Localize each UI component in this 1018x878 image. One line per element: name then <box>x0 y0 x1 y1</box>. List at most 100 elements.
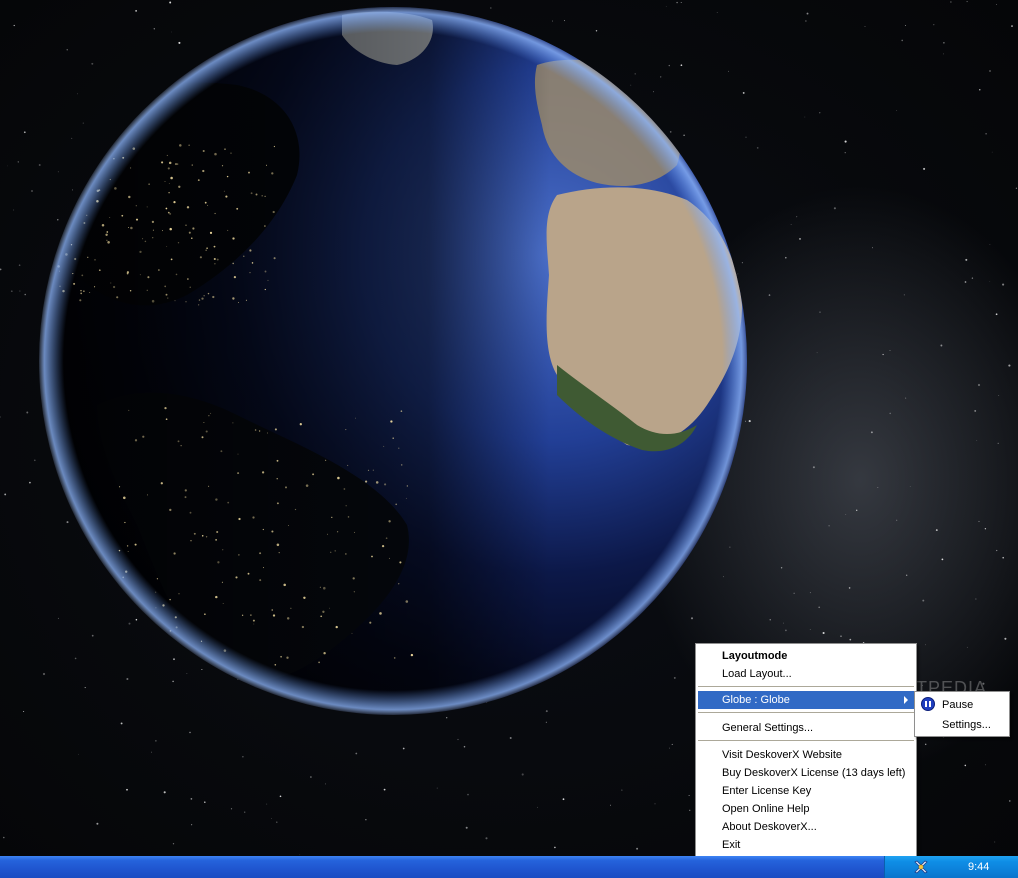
city-light <box>125 623 127 625</box>
star <box>204 801 206 803</box>
city-light <box>139 638 141 640</box>
star <box>78 753 79 755</box>
star <box>688 795 690 796</box>
star <box>935 529 938 532</box>
star <box>964 281 967 283</box>
star <box>636 847 639 850</box>
star <box>325 783 326 785</box>
star <box>310 776 312 778</box>
star <box>120 722 123 725</box>
menu-separator <box>698 740 914 741</box>
tray-context-menu: Layoutmode Load Layout... Globe : Globe … <box>695 643 917 857</box>
star <box>950 1 952 3</box>
star <box>668 747 670 749</box>
star <box>922 599 925 602</box>
star <box>971 277 974 279</box>
star <box>769 619 771 621</box>
star <box>989 70 991 72</box>
star <box>689 809 691 811</box>
star <box>840 635 842 637</box>
menu-item-globe[interactable]: Globe : Globe <box>698 691 914 709</box>
star <box>242 756 244 758</box>
star <box>436 787 438 789</box>
taskbar-clock[interactable]: 9:44 <box>968 856 989 878</box>
star <box>276 821 278 823</box>
star <box>964 764 967 767</box>
star <box>671 743 673 745</box>
star <box>828 525 830 527</box>
star <box>18 264 21 266</box>
star <box>230 808 233 810</box>
star <box>925 644 927 646</box>
star <box>998 395 1000 396</box>
city-light <box>57 213 60 216</box>
star <box>768 294 771 296</box>
star <box>1011 25 1013 28</box>
star <box>13 24 15 27</box>
deskoverx-tray-icon[interactable] <box>913 859 929 875</box>
star <box>848 587 851 589</box>
taskbar <box>0 856 1018 878</box>
star <box>654 803 656 805</box>
city-light <box>127 644 130 647</box>
submenu-item-pause[interactable]: Pause <box>917 696 1007 714</box>
star <box>4 493 7 496</box>
star <box>822 631 825 635</box>
star <box>19 290 21 292</box>
city-light <box>57 239 60 242</box>
star <box>169 1 172 4</box>
city-light <box>174 648 177 651</box>
star <box>1015 187 1018 189</box>
star <box>279 795 282 798</box>
city-light <box>126 595 128 597</box>
star <box>0 416 1 418</box>
star <box>545 721 547 723</box>
star <box>785 629 787 632</box>
menu-item-layoutmode[interactable]: Layoutmode <box>698 647 914 665</box>
menu-item-online-help[interactable]: Open Online Help <box>698 800 914 818</box>
star <box>989 280 991 282</box>
star <box>680 2 682 3</box>
star <box>0 268 2 271</box>
menu-item-general-settings[interactable]: General Settings... <box>698 719 914 737</box>
city-light <box>131 660 133 662</box>
star <box>896 110 898 111</box>
star <box>849 638 852 641</box>
menu-item-buy-license[interactable]: Buy DeskoverX License (13 days left) <box>698 764 914 782</box>
star <box>155 740 157 742</box>
menu-item-visit-website[interactable]: Visit DeskoverX Website <box>698 746 914 764</box>
menu-item-load-layout[interactable]: Load Layout... <box>698 665 914 683</box>
submenu-item-settings[interactable]: Settings... <box>917 716 1007 734</box>
star <box>844 152 846 154</box>
star <box>979 89 981 91</box>
desktop-background: SOFTPEDIA Layoutmode Load Layout... Glob… <box>0 0 1018 878</box>
star <box>989 244 991 245</box>
star <box>782 622 785 624</box>
star <box>467 793 469 796</box>
city-light <box>118 627 121 631</box>
globe-submenu: Pause Settings... <box>914 691 1010 737</box>
menu-item-enter-license-key[interactable]: Enter License Key <box>698 782 914 800</box>
star <box>905 397 907 399</box>
star <box>463 745 466 748</box>
star <box>924 743 927 746</box>
star <box>882 353 884 356</box>
menu-item-about[interactable]: About DeskoverX... <box>698 818 914 836</box>
star <box>13 209 15 211</box>
star <box>26 411 29 414</box>
star <box>809 592 811 594</box>
star <box>889 412 891 415</box>
star <box>984 528 987 530</box>
menu-item-exit[interactable]: Exit <box>698 836 914 854</box>
star <box>554 846 556 849</box>
star <box>790 224 792 225</box>
star <box>271 818 272 820</box>
star <box>23 710 25 713</box>
star <box>943 42 945 44</box>
city-light <box>90 146 94 149</box>
star <box>872 247 873 249</box>
star <box>909 486 911 487</box>
menu-item-globe-label: Globe : Globe <box>722 694 790 706</box>
star <box>23 131 26 134</box>
star <box>1002 283 1005 286</box>
